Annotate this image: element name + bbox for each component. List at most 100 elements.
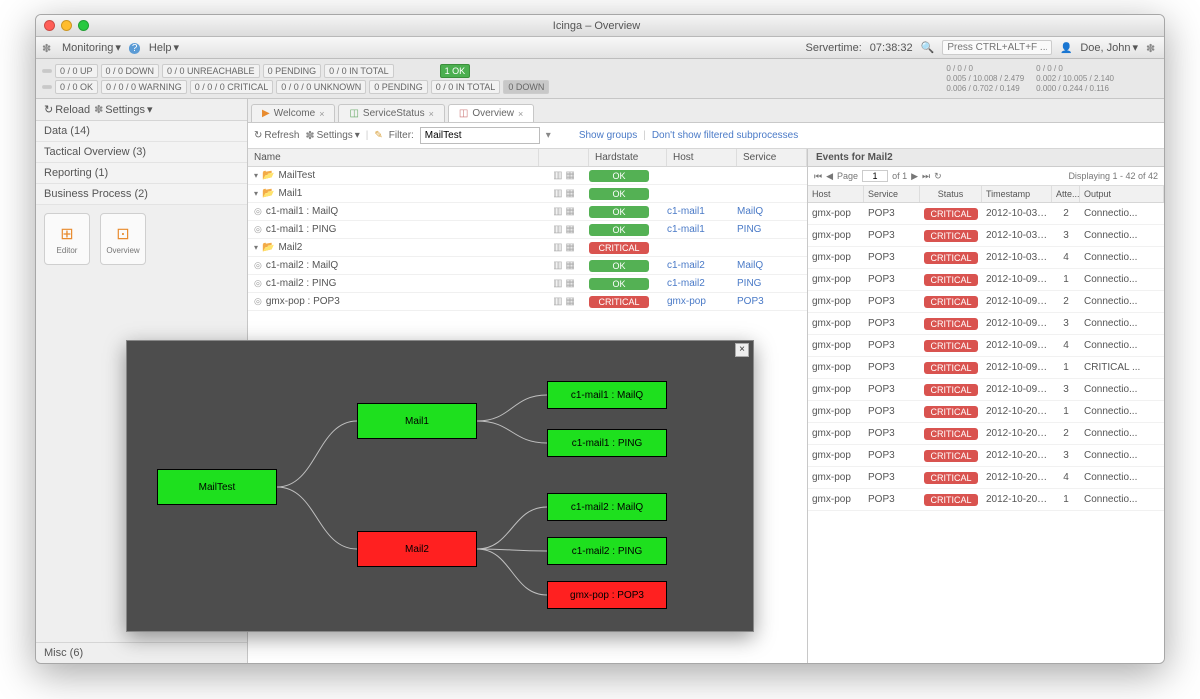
tree-row[interactable]: gmx-pop : POP3▥ ▦CRITICALgmx-popPOP3 bbox=[248, 293, 807, 311]
status-pill[interactable]: 0 / 0 IN TOTAL bbox=[431, 80, 501, 94]
sidebar-settings-button[interactable]: Settings ▾ bbox=[94, 103, 153, 116]
tree-row[interactable]: c1-mail2 : MailQ▥ ▦OKc1-mail2MailQ bbox=[248, 257, 807, 275]
monitoring-menu[interactable]: Monitoring ▾ bbox=[62, 41, 121, 54]
event-row[interactable]: gmx-popPOP3CRITICAL2012-10-03 ...3Connec… bbox=[808, 225, 1164, 247]
status-pill[interactable]: 0 / 0 UP bbox=[55, 64, 98, 78]
tree-row[interactable]: c1-mail2 : PING▥ ▦OKc1-mail2PING bbox=[248, 275, 807, 293]
pager-next-icon[interactable]: ▶ bbox=[911, 171, 918, 182]
show-groups-link[interactable]: Show groups bbox=[579, 130, 637, 141]
col-host[interactable]: Host bbox=[667, 149, 737, 166]
graph-node-mail2[interactable]: Mail2 bbox=[357, 531, 477, 567]
pager-last-icon[interactable]: ⏭ bbox=[922, 171, 930, 182]
status-pill[interactable]: 0 / 0 UNREACHABLE bbox=[162, 64, 260, 78]
event-row[interactable]: gmx-popPOP3CRITICAL2012-10-03 ...2Connec… bbox=[808, 203, 1164, 225]
event-row[interactable]: gmx-popPOP3CRITICAL2012-10-09 ...3Connec… bbox=[808, 313, 1164, 335]
graph-node-c1m1-mailq[interactable]: c1-mail1 : MailQ bbox=[547, 381, 667, 409]
close-icon[interactable]: × bbox=[735, 343, 749, 357]
tree-row[interactable]: MailTest▥ ▦OK bbox=[248, 167, 807, 185]
status-pill[interactable]: 0 PENDING bbox=[369, 80, 428, 94]
sidebar-section-data[interactable]: Data (14) bbox=[36, 121, 247, 142]
help-menu[interactable]: Help ▾ bbox=[149, 41, 179, 54]
status-pill[interactable]: 0 / 0 OK bbox=[55, 80, 98, 94]
col-timestamp[interactable]: Timestamp bbox=[982, 186, 1052, 202]
event-row[interactable]: gmx-popPOP3CRITICAL2012-10-09 ...1CRITIC… bbox=[808, 357, 1164, 379]
event-row[interactable]: gmx-popPOP3CRITICAL2012-10-03 ...4Connec… bbox=[808, 247, 1164, 269]
status-ok-badge[interactable]: 1 OK bbox=[440, 64, 471, 78]
close-window-icon[interactable] bbox=[44, 20, 55, 31]
events-title: Events for Mail2 bbox=[808, 149, 1164, 167]
graph-node-mail1[interactable]: Mail1 bbox=[357, 403, 477, 439]
hide-filtered-link[interactable]: Don't show filtered subprocesses bbox=[652, 130, 798, 141]
user-menu[interactable]: Doe, John ▾ bbox=[1080, 41, 1138, 54]
event-row[interactable]: gmx-popPOP3CRITICAL2012-10-09 ...4Connec… bbox=[808, 335, 1164, 357]
pager-prev-icon[interactable]: ◀ bbox=[826, 171, 833, 182]
col-host[interactable]: Host bbox=[808, 186, 864, 202]
graph-node-c1m2-mailq[interactable]: c1-mail2 : MailQ bbox=[547, 493, 667, 521]
tree-row[interactable]: Mail1▥ ▦OK bbox=[248, 185, 807, 203]
tree-row[interactable]: c1-mail1 : PING▥ ▦OKc1-mail1PING bbox=[248, 221, 807, 239]
event-row[interactable]: gmx-popPOP3CRITICAL2012-10-09 ...3Connec… bbox=[808, 379, 1164, 401]
close-icon[interactable]: × bbox=[319, 109, 324, 119]
status-down-badge[interactable]: 0 DOWN bbox=[503, 80, 549, 94]
graph-node-c1m1-ping[interactable]: c1-mail1 : PING bbox=[547, 429, 667, 457]
bp-overview-button[interactable]: ⊡Overview bbox=[100, 213, 146, 265]
event-row[interactable]: gmx-popPOP3CRITICAL2012-10-20 ...1Connec… bbox=[808, 401, 1164, 423]
status-pill[interactable]: 0 PENDING bbox=[263, 64, 322, 78]
refresh-button[interactable]: ↻ Refresh bbox=[254, 130, 299, 141]
menubar: Monitoring ▾ Help ▾ Servertime: 07:38:32… bbox=[36, 37, 1164, 59]
graph-node-mailtest[interactable]: MailTest bbox=[157, 469, 277, 505]
sidebar-section-tactical[interactable]: Tactical Overview (3) bbox=[36, 142, 247, 163]
close-icon[interactable]: × bbox=[429, 109, 434, 119]
status-pill[interactable]: 0 / 0 / 0 UNKNOWN bbox=[276, 80, 366, 94]
process-graph-popup: × MailTest Mail1 Mail2 c1-mail1 : MailQ … bbox=[126, 340, 754, 632]
tree-row[interactable]: c1-mail1 : MailQ▥ ▦OKc1-mail1MailQ bbox=[248, 203, 807, 221]
sidebar-section-misc[interactable]: Misc (6) bbox=[36, 642, 247, 663]
status-pill[interactable]: 0 / 0 / 0 CRITICAL bbox=[190, 80, 274, 94]
tab-overview[interactable]: ◫Overview× bbox=[448, 104, 534, 122]
event-row[interactable]: gmx-popPOP3CRITICAL2012-10-20 ...1Connec… bbox=[808, 489, 1164, 511]
toolbar-settings-button[interactable]: Settings ▾ bbox=[305, 129, 359, 142]
event-row[interactable]: gmx-popPOP3CRITICAL2012-10-09 ...2Connec… bbox=[808, 291, 1164, 313]
col-service[interactable]: Service bbox=[864, 186, 920, 202]
status-pill[interactable]: 0 / 0 / 0 WARNING bbox=[101, 80, 187, 94]
bp-editor-button[interactable]: ⊞Editor bbox=[44, 213, 90, 265]
displaying-label: Displaying 1 - 42 of 42 bbox=[1068, 171, 1158, 181]
minimize-window-icon[interactable] bbox=[61, 20, 72, 31]
help-icon bbox=[129, 42, 141, 54]
graph-node-c1m2-ping[interactable]: c1-mail2 : PING bbox=[547, 537, 667, 565]
pager-first-icon[interactable]: ⏮ bbox=[814, 171, 822, 182]
col-service[interactable]: Service bbox=[737, 149, 807, 166]
event-row[interactable]: gmx-popPOP3CRITICAL2012-10-20 ...2Connec… bbox=[808, 423, 1164, 445]
zoom-window-icon[interactable] bbox=[78, 20, 89, 31]
status-summary-bar: 0 / 0 UP 0 / 0 DOWN 0 / 0 UNREACHABLE 0 … bbox=[36, 59, 1164, 99]
tab-welcome[interactable]: ▶Welcome× bbox=[251, 104, 335, 122]
sidebar-section-bp[interactable]: Business Process (2) bbox=[36, 184, 247, 205]
tab-strip: ▶Welcome× ◫ServiceStatus× ◫Overview× bbox=[248, 99, 1164, 123]
status-pill[interactable]: 0 / 0 DOWN bbox=[101, 64, 160, 78]
status-pill[interactable]: 0 / 0 IN TOTAL bbox=[324, 64, 394, 78]
events-panel: Events for Mail2 ⏮ ◀ Page of 1 ▶ ⏭ ↻ Dis… bbox=[808, 149, 1164, 663]
pager-refresh-icon[interactable]: ↻ bbox=[934, 171, 942, 182]
event-row[interactable]: gmx-popPOP3CRITICAL2012-10-20 ...3Connec… bbox=[808, 445, 1164, 467]
sidebar-section-reporting[interactable]: Reporting (1) bbox=[36, 163, 247, 184]
event-row[interactable]: gmx-popPOP3CRITICAL2012-10-09 ...1Connec… bbox=[808, 269, 1164, 291]
servertime-label: Servertime: bbox=[806, 42, 862, 54]
event-row[interactable]: gmx-popPOP3CRITICAL2012-10-20 ...4Connec… bbox=[808, 467, 1164, 489]
tree-row[interactable]: Mail2▥ ▦CRITICAL bbox=[248, 239, 807, 257]
col-output[interactable]: Output bbox=[1080, 186, 1164, 202]
col-hardstate[interactable]: Hardstate bbox=[589, 149, 667, 166]
search-input[interactable] bbox=[942, 40, 1052, 55]
filter-input[interactable] bbox=[420, 127, 540, 144]
col-status[interactable]: Status bbox=[920, 186, 982, 202]
close-icon[interactable]: × bbox=[518, 109, 523, 119]
reload-button[interactable]: ↻ Reload bbox=[44, 103, 90, 116]
tab-servicestatus[interactable]: ◫ServiceStatus× bbox=[338, 104, 444, 122]
settings-icon[interactable] bbox=[1146, 42, 1158, 54]
col-attempt[interactable]: Atte... bbox=[1052, 186, 1080, 202]
servertime-value: 07:38:32 bbox=[870, 42, 913, 54]
col-name[interactable]: Name bbox=[248, 149, 539, 166]
perf-stats-1: 0 / 0 / 0 0.005 / 10.008 / 2.479 0.006 /… bbox=[946, 64, 1024, 94]
graph-node-gmx-pop3[interactable]: gmx-pop : POP3 bbox=[547, 581, 667, 609]
gear-icon bbox=[42, 42, 54, 54]
page-input[interactable] bbox=[862, 170, 888, 182]
